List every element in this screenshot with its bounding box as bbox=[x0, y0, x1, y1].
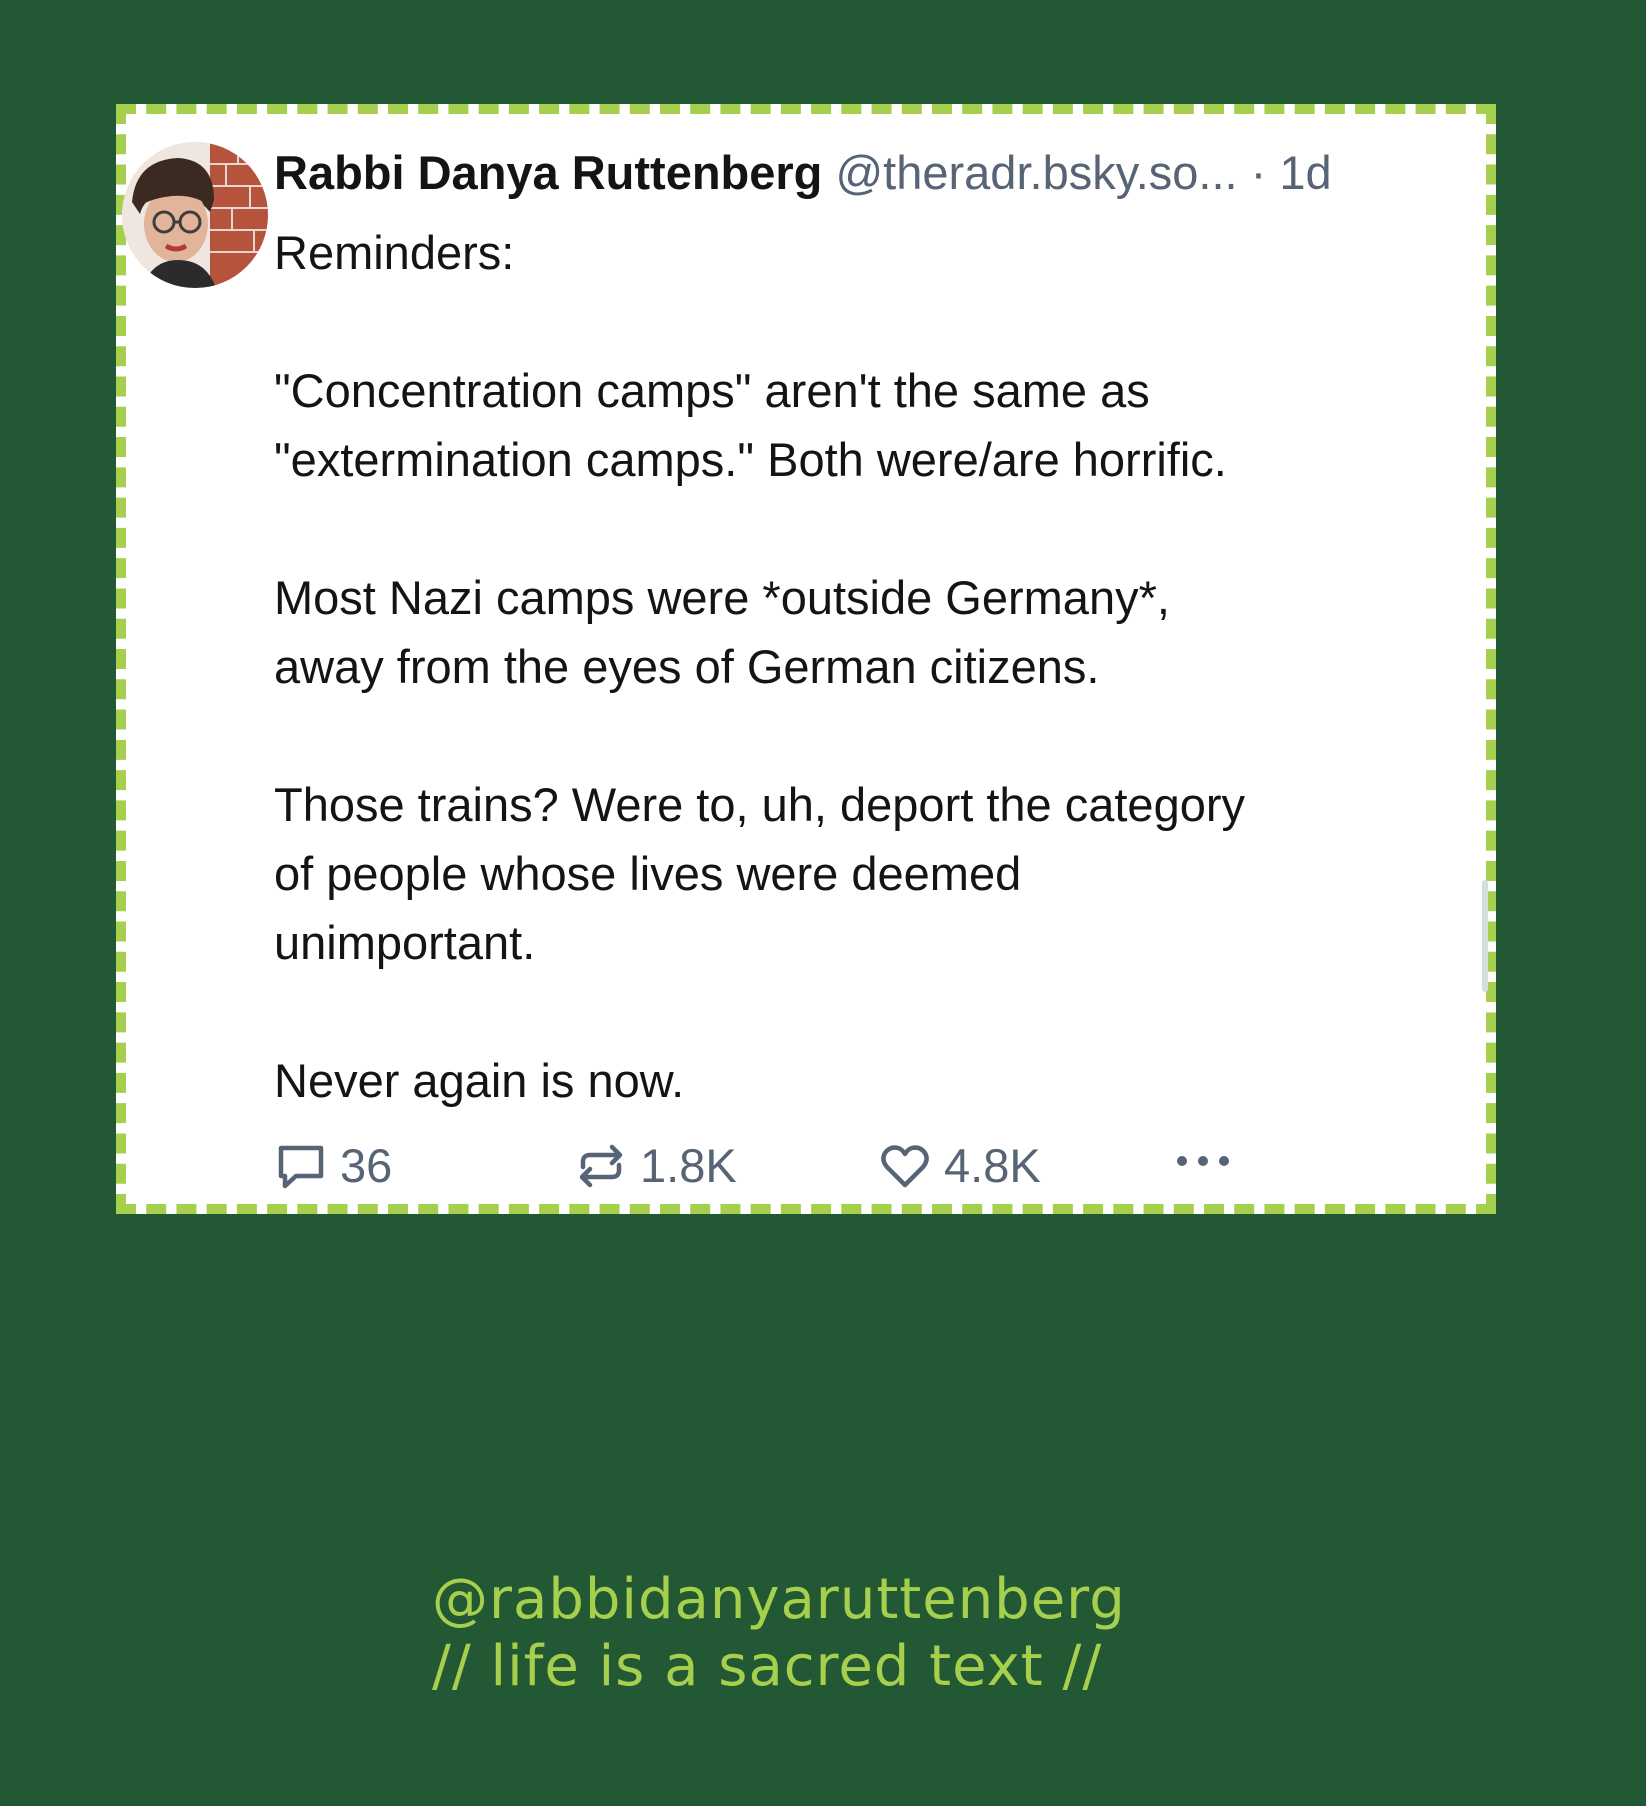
like-button[interactable]: 4.8K bbox=[878, 1134, 1041, 1198]
heart-icon bbox=[878, 1139, 932, 1193]
footer-tagline: // life is a sacred text // bbox=[432, 1634, 1103, 1699]
author-name[interactable]: Rabbi Danya Ruttenberg bbox=[274, 146, 822, 199]
repost-count: 1.8K bbox=[640, 1139, 737, 1192]
reply-button[interactable]: 36 bbox=[274, 1134, 392, 1198]
post-actions: 36 1.8K 4.8K bbox=[274, 1134, 1374, 1198]
author-handle[interactable]: @theradr.bsky.so... bbox=[835, 146, 1237, 199]
repost-button[interactable]: 1.8K bbox=[574, 1134, 737, 1198]
footer-handle: @rabbidanyaruttenberg bbox=[432, 1567, 1126, 1632]
post-text: Reminders: "Concentration camps" aren't … bbox=[274, 226, 1246, 1107]
avatar-image bbox=[122, 142, 268, 288]
avatar[interactable] bbox=[122, 142, 268, 288]
reply-count: 36 bbox=[340, 1139, 393, 1192]
ellipsis-icon bbox=[1170, 1134, 1236, 1188]
post-card[interactable]: Rabbi Danya Ruttenberg @theradr.bsky.so.… bbox=[116, 104, 1496, 1214]
like-count: 4.8K bbox=[944, 1139, 1041, 1192]
speech-bubble-icon bbox=[274, 1139, 328, 1193]
footer-caption: @rabbidanyaruttenberg // life is a sacre… bbox=[432, 1566, 1126, 1700]
more-options-button[interactable] bbox=[1170, 1134, 1248, 1188]
repost-icon bbox=[574, 1139, 628, 1193]
post-timestamp[interactable]: · 1d bbox=[1251, 146, 1332, 199]
scrollbar-thumb[interactable] bbox=[1482, 880, 1488, 992]
post-header: Rabbi Danya Ruttenberg @theradr.bsky.so.… bbox=[274, 144, 1332, 202]
